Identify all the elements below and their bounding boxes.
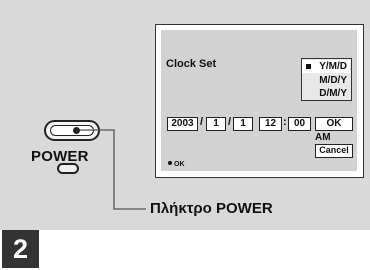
date-format-ymd-label: Y/M/D xyxy=(319,61,347,72)
step-number: 2 xyxy=(2,230,39,268)
ok-button[interactable]: OK xyxy=(315,117,353,131)
cancel-button[interactable]: Cancel xyxy=(315,144,353,158)
year-field[interactable]: 2003 xyxy=(167,117,198,131)
am-pm-indicator: AM xyxy=(315,132,331,143)
power-lamp xyxy=(57,163,79,174)
date-format-mdy[interactable]: M/D/Y xyxy=(302,74,350,87)
date-format-ymd[interactable]: Y/M/D xyxy=(302,60,350,73)
lcd-monitor: Clock Set Y/M/D M/D/Y D/M/Y 2003 / 1 / 1… xyxy=(155,24,364,178)
hour-field[interactable]: 12 xyxy=(259,117,282,131)
power-button-face xyxy=(50,125,94,136)
date-separator: / xyxy=(228,116,232,128)
bullet-dot-icon xyxy=(168,161,172,165)
clock-set-title: Clock Set xyxy=(166,58,217,70)
callout-label: Πλήκτρο POWER xyxy=(150,200,273,217)
date-separator: / xyxy=(200,116,204,128)
time-separator: : xyxy=(283,116,287,128)
month-field[interactable]: 1 xyxy=(206,117,226,131)
day-field[interactable]: 1 xyxy=(233,117,253,131)
minute-field[interactable]: 00 xyxy=(288,117,311,131)
power-button[interactable] xyxy=(44,120,100,141)
ok-hint: OK xyxy=(168,161,185,168)
ok-hint-label: OK xyxy=(174,161,185,168)
selected-marker-icon xyxy=(306,64,311,69)
clock-set-screen: Clock Set Y/M/D M/D/Y D/M/Y 2003 / 1 / 1… xyxy=(161,30,357,171)
date-format-list: Y/M/D M/D/Y D/M/Y xyxy=(301,58,352,101)
date-format-dmy[interactable]: D/M/Y xyxy=(302,87,350,100)
power-button-dot xyxy=(73,127,80,134)
